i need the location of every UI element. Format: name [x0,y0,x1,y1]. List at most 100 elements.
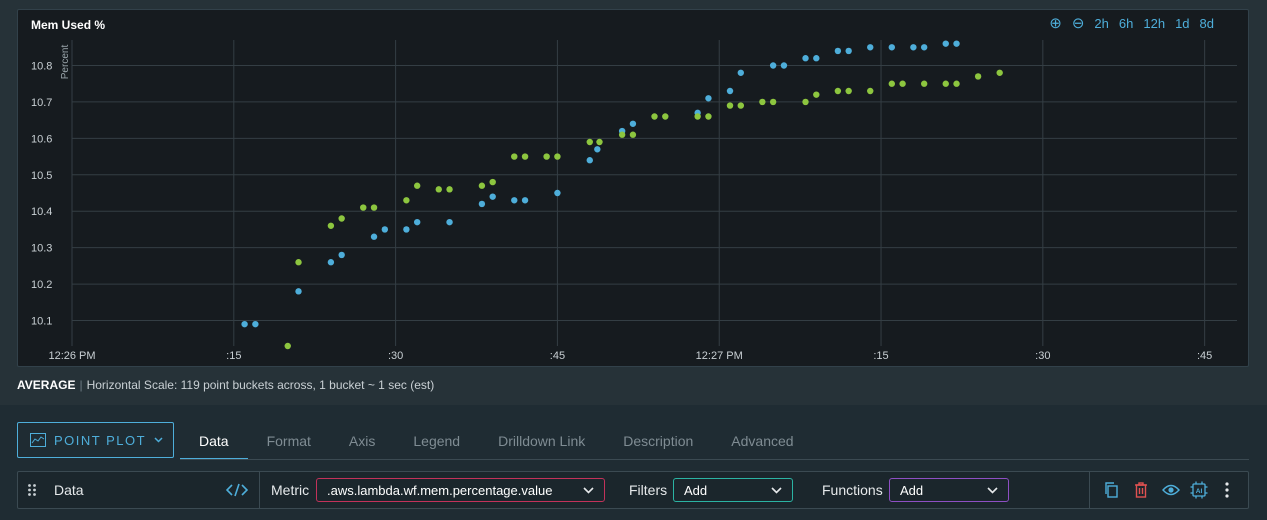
data-point-series-2 [759,98,766,106]
filters-label: Filters [629,482,668,498]
tab-legend[interactable]: Legend [394,425,479,460]
data-point-series-2 [284,342,291,350]
x-tick-label: :45 [550,350,565,362]
range-8d-button[interactable]: 8d [1200,16,1214,31]
data-point-series-2 [338,215,345,222]
data-point-series-2 [662,113,669,120]
data-point-series-2 [651,113,658,120]
range-1d-button[interactable]: 1d [1175,16,1189,31]
zoom-in-icon[interactable]: ⊕ [1049,16,1062,31]
data-point-series-2 [899,80,906,87]
y-tick-label: 10.4 [31,206,52,218]
tab-drilldown-link[interactable]: Drilldown Link [479,425,604,460]
data-point-series-2 [802,98,809,106]
data-point-series-1 [241,320,248,328]
data-point-series-1 [867,44,874,51]
chevron-down-icon [583,486,594,494]
tabs-divider [180,459,1249,460]
chart-summary: AVERAGE | Horizontal Scale: 119 point buck… [17,378,435,392]
tab-description[interactable]: Description [604,425,712,460]
functions-label: Functions [822,482,883,498]
data-point-series-2 [813,91,820,98]
copy-icon[interactable] [1102,481,1120,499]
data-point-series-1 [910,44,917,51]
data-point-series-2 [974,73,982,80]
functions-select[interactable]: Add [889,478,1009,502]
data-point-series-2 [586,138,593,146]
data-point-series-1 [446,218,453,226]
data-point-series-2 [370,204,378,211]
y-tick-label: 10.8 [31,61,52,73]
x-tick-label: :15 [226,350,241,362]
data-point-series-1 [769,62,777,69]
tab-format[interactable]: Format [248,425,330,460]
data-point-series-2 [694,113,701,120]
query-name[interactable]: Data [54,472,84,508]
data-point-series-1 [813,55,820,62]
data-point-series-1 [511,197,518,204]
point-plot-icon [30,433,46,447]
data-point-series-2 [543,153,550,160]
trash-icon[interactable] [1132,481,1150,499]
data-point-series-2 [446,186,453,193]
query-row: Data Metric .aws.lambda.wf.mem.percentag… [17,471,1249,509]
chart-title: Mem Used % [31,18,106,32]
y-tick-label: 10.5 [31,170,52,182]
tab-axis[interactable]: Axis [330,425,394,460]
data-point-series-1 [802,55,809,62]
data-point-series-2 [295,259,302,266]
data-point-series-2 [953,80,960,87]
tab-advanced[interactable]: Advanced [712,425,812,460]
data-point-series-1 [586,157,593,164]
data-point-series-1 [327,259,335,266]
code-icon[interactable] [226,472,248,508]
data-point-series-2 [360,204,367,211]
data-point-series-1 [726,87,734,95]
data-point-series-1 [370,233,378,240]
data-point-series-1 [594,146,601,153]
x-tick-label: :15 [873,350,888,362]
filters-select[interactable]: Add [673,478,793,502]
scatter-plot[interactable]: 10.1 10.2 10.3 10.4 10.5 10.6 10.7 10.8 12:26 PM… [18,10,1250,368]
data-point-series-1 [942,40,949,47]
data-point-series-2 [618,131,626,138]
range-6h-button[interactable]: 6h [1119,16,1133,31]
eye-icon[interactable] [1162,481,1180,499]
x-tick-label: :30 [388,350,403,362]
x-tick-label: 12:27 PM [696,350,743,362]
chart-panel: 10.1 10.2 10.3 10.4 10.5 10.6 10.7 10.8 12:26 PM… [17,9,1249,367]
data-point-series-2 [413,182,421,189]
range-12h-button[interactable]: 12h [1143,16,1165,31]
plot-type-dropdown[interactable]: POINT PLOT [17,422,174,458]
metric-select[interactable]: .aws.lambda.wf.mem.percentage.value [316,478,605,502]
data-point-series-2 [435,186,442,193]
data-point-series-2 [521,153,529,160]
data-point-series-1 [629,120,637,127]
plot-type-label: POINT PLOT [54,432,147,448]
aggregation-mode: AVERAGE [17,378,76,392]
range-2h-button[interactable]: 2h [1094,16,1108,31]
y-tick-label: 10.7 [31,97,52,109]
kebab-menu-icon[interactable] [1218,481,1236,499]
data-point-series-1 [554,189,561,197]
data-point-series-1 [295,288,302,295]
data-point-series-2 [478,182,486,189]
editor-tabs: Data Format Axis Legend Drilldown Link D… [180,425,813,460]
data-point-series-2 [737,102,744,109]
horizontal-scale-text: Horizontal Scale: 119 point buckets acro… [86,378,435,392]
data-point-series-2 [629,131,637,138]
chart-editor: POINT PLOT Data Format Axis Legend Drill… [0,405,1267,520]
zoom-out-icon[interactable]: ⊖ [1072,16,1085,31]
data-point-series-2 [996,69,1003,76]
data-point-series-2 [834,87,842,95]
data-point-series-1 [705,95,712,102]
data-point-series-2 [511,153,518,160]
data-point-series-1 [737,69,744,76]
filters-value: Add [684,482,708,498]
chevron-down-icon [987,486,998,494]
drag-handle-icon[interactable] [27,472,37,508]
tab-data[interactable]: Data [180,425,248,460]
functions-value: Add [900,482,924,498]
chevron-down-icon [771,486,782,494]
ai-chip-icon[interactable]: AI [1190,481,1208,499]
